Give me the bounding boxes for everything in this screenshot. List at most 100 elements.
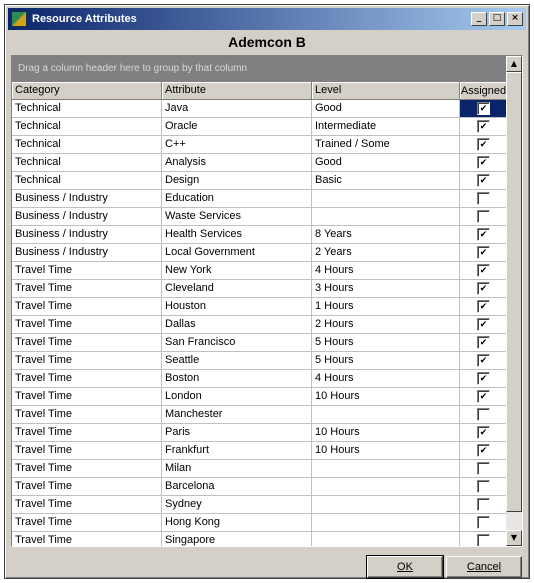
- cell-category[interactable]: Business / Industry: [12, 208, 162, 226]
- cell-level[interactable]: 8 Years: [312, 226, 460, 244]
- cell-level[interactable]: 5 Hours: [312, 334, 460, 352]
- assigned-checkbox[interactable]: [477, 462, 490, 475]
- cell-level[interactable]: 5 Hours: [312, 352, 460, 370]
- cell-level[interactable]: Basic: [312, 172, 460, 190]
- cell-category[interactable]: Travel Time: [12, 352, 162, 370]
- cell-attribute[interactable]: Local Government: [162, 244, 312, 262]
- cell-level[interactable]: [312, 514, 460, 532]
- cell-category[interactable]: Travel Time: [12, 532, 162, 546]
- assigned-checkbox[interactable]: [477, 318, 490, 331]
- cell-level[interactable]: 2 Hours: [312, 316, 460, 334]
- cell-attribute[interactable]: Barcelona: [162, 478, 312, 496]
- cell-level[interactable]: 10 Hours: [312, 388, 460, 406]
- assigned-checkbox[interactable]: [477, 156, 490, 169]
- cell-attribute[interactable]: New York: [162, 262, 312, 280]
- cell-category[interactable]: Travel Time: [12, 280, 162, 298]
- assigned-checkbox[interactable]: [477, 390, 490, 403]
- assigned-checkbox[interactable]: [477, 138, 490, 151]
- assigned-checkbox[interactable]: [477, 282, 490, 295]
- cell-attribute[interactable]: Manchester: [162, 406, 312, 424]
- cell-attribute[interactable]: San Francisco: [162, 334, 312, 352]
- cell-level[interactable]: 10 Hours: [312, 424, 460, 442]
- ok-button[interactable]: OK: [366, 555, 444, 579]
- cell-attribute[interactable]: Hong Kong: [162, 514, 312, 532]
- cell-attribute[interactable]: Frankfurt: [162, 442, 312, 460]
- assigned-checkbox[interactable]: [477, 354, 490, 367]
- cell-attribute[interactable]: Singapore: [162, 532, 312, 546]
- cell-attribute[interactable]: Milan: [162, 460, 312, 478]
- column-header-level[interactable]: Level: [312, 82, 460, 100]
- assigned-checkbox[interactable]: [477, 246, 490, 259]
- cell-category[interactable]: Technical: [12, 100, 162, 118]
- cell-level[interactable]: 4 Hours: [312, 370, 460, 388]
- cell-level[interactable]: 3 Hours: [312, 280, 460, 298]
- table-row[interactable]: Technical Analysis Good: [12, 154, 508, 172]
- cell-attribute[interactable]: Education: [162, 190, 312, 208]
- cell-category[interactable]: Travel Time: [12, 298, 162, 316]
- cell-level[interactable]: [312, 478, 460, 496]
- cell-level[interactable]: [312, 406, 460, 424]
- cell-attribute[interactable]: Java: [162, 100, 312, 118]
- assigned-checkbox[interactable]: [477, 336, 490, 349]
- cell-category[interactable]: Travel Time: [12, 370, 162, 388]
- table-row[interactable]: Travel Time Boston 4 Hours: [12, 370, 508, 388]
- assigned-checkbox[interactable]: [477, 408, 490, 421]
- cell-category[interactable]: Business / Industry: [12, 226, 162, 244]
- assigned-checkbox[interactable]: [477, 480, 490, 493]
- table-row[interactable]: Travel Time London 10 Hours: [12, 388, 508, 406]
- minimize-button[interactable]: _: [471, 12, 487, 26]
- title-bar[interactable]: Resource Attributes _ □ ×: [8, 8, 526, 30]
- table-row[interactable]: Business / Industry Waste Services: [12, 208, 508, 226]
- cell-attribute[interactable]: Sydney: [162, 496, 312, 514]
- column-header-assigned[interactable]: Assigned: [460, 82, 508, 100]
- cell-category[interactable]: Business / Industry: [12, 190, 162, 208]
- table-row[interactable]: Business / Industry Health Services 8 Year…: [12, 226, 508, 244]
- assigned-checkbox[interactable]: [477, 192, 490, 205]
- table-row[interactable]: Travel Time Barcelona: [12, 478, 508, 496]
- cell-category[interactable]: Travel Time: [12, 424, 162, 442]
- attributes-grid[interactable]: Drag a column header here to group by th…: [11, 55, 523, 547]
- column-header-category[interactable]: Category: [12, 82, 162, 100]
- cell-level[interactable]: Intermediate: [312, 118, 460, 136]
- assigned-checkbox[interactable]: [477, 264, 490, 277]
- cell-category[interactable]: Travel Time: [12, 460, 162, 478]
- table-row[interactable]: Travel Time Sydney: [12, 496, 508, 514]
- cell-attribute[interactable]: Analysis: [162, 154, 312, 172]
- cell-attribute[interactable]: Dallas: [162, 316, 312, 334]
- column-header-attribute[interactable]: Attribute: [162, 82, 312, 100]
- table-row[interactable]: Travel Time Milan: [12, 460, 508, 478]
- table-row[interactable]: Business / Industry Education: [12, 190, 508, 208]
- cell-attribute[interactable]: Design: [162, 172, 312, 190]
- cell-category[interactable]: Travel Time: [12, 478, 162, 496]
- table-row[interactable]: Travel Time Cleveland 3 Hours: [12, 280, 508, 298]
- table-row[interactable]: Business / Industry Local Government 2 Yea…: [12, 244, 508, 262]
- table-row[interactable]: Travel Time Frankfurt 10 Hours: [12, 442, 508, 460]
- cell-attribute[interactable]: London: [162, 388, 312, 406]
- assigned-checkbox[interactable]: [477, 210, 490, 223]
- scroll-up-icon[interactable]: ▲: [506, 56, 522, 72]
- assigned-checkbox[interactable]: [477, 372, 490, 385]
- cell-category[interactable]: Technical: [12, 118, 162, 136]
- maximize-button[interactable]: □: [489, 12, 505, 26]
- table-row[interactable]: Travel Time Manchester: [12, 406, 508, 424]
- assigned-checkbox[interactable]: [477, 534, 490, 546]
- assigned-checkbox[interactable]: [477, 120, 490, 133]
- cell-category[interactable]: Technical: [12, 154, 162, 172]
- cell-attribute[interactable]: Waste Services: [162, 208, 312, 226]
- assigned-checkbox[interactable]: [477, 426, 490, 439]
- table-row[interactable]: Travel Time Dallas 2 Hours: [12, 316, 508, 334]
- assigned-checkbox[interactable]: [477, 498, 490, 511]
- assigned-checkbox[interactable]: [477, 300, 490, 313]
- cell-level[interactable]: Trained / Some: [312, 136, 460, 154]
- cell-category[interactable]: Travel Time: [12, 442, 162, 460]
- table-row[interactable]: Travel Time San Francisco 5 Hours: [12, 334, 508, 352]
- cell-category[interactable]: Travel Time: [12, 514, 162, 532]
- cell-level[interactable]: [312, 496, 460, 514]
- table-row[interactable]: Technical Design Basic: [12, 172, 508, 190]
- cell-attribute[interactable]: Seattle: [162, 352, 312, 370]
- cell-level[interactable]: [312, 532, 460, 546]
- table-row[interactable]: Travel Time Hong Kong: [12, 514, 508, 532]
- table-row[interactable]: Travel Time Seattle 5 Hours: [12, 352, 508, 370]
- table-row[interactable]: Technical Oracle Intermediate: [12, 118, 508, 136]
- assigned-checkbox[interactable]: [477, 444, 490, 457]
